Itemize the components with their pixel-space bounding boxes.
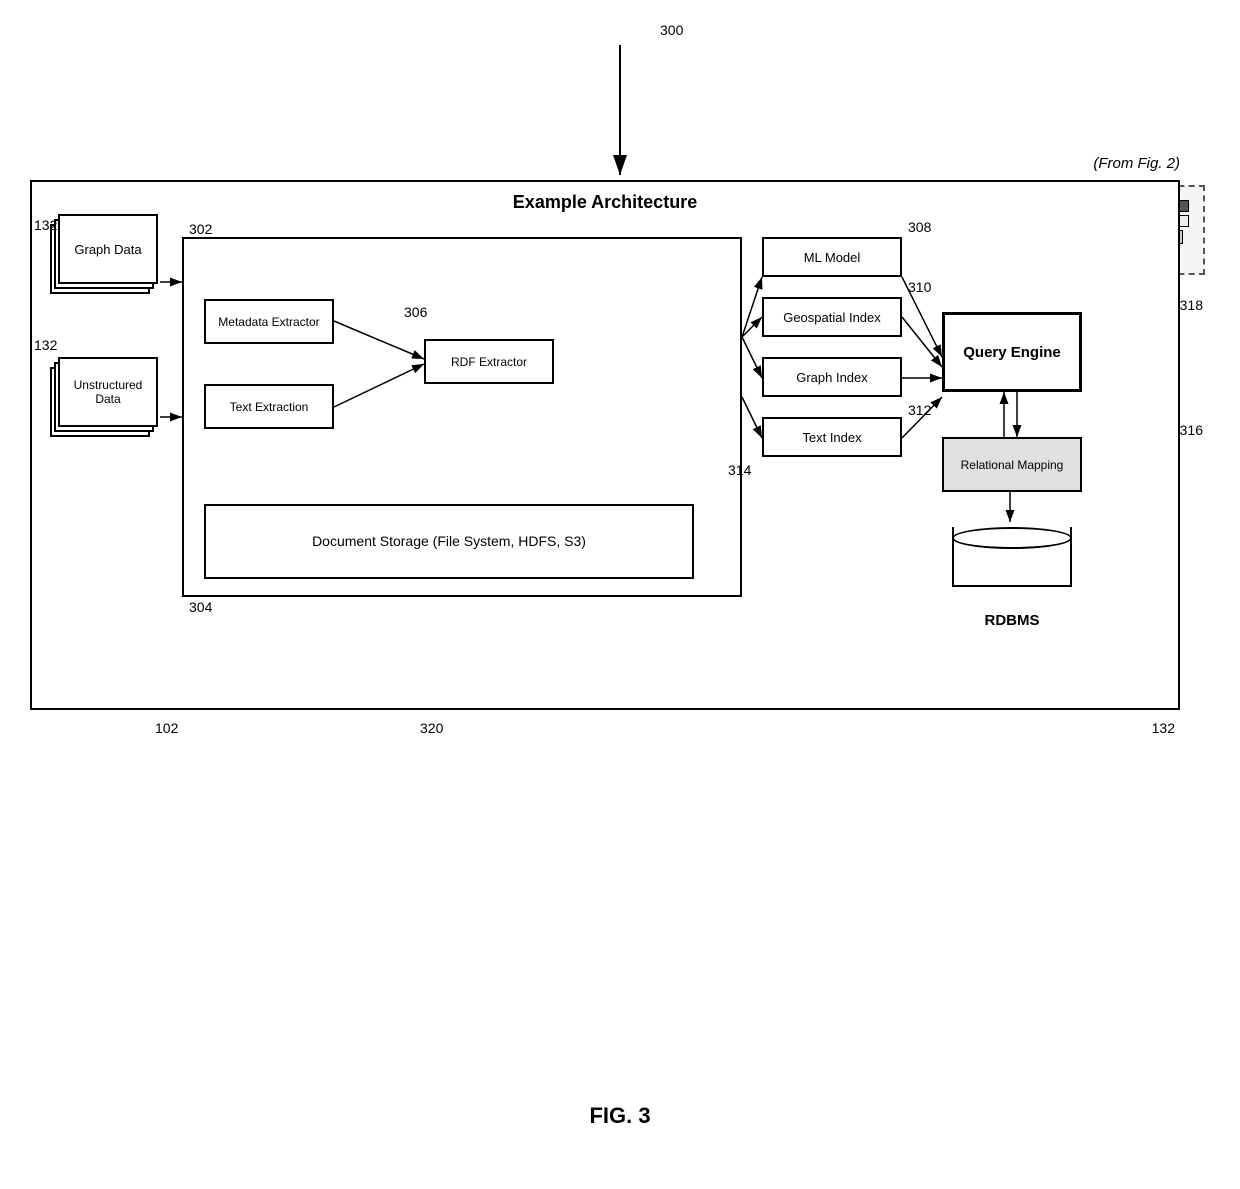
graph-index-box: Graph Index — [762, 357, 902, 397]
main-diagram-box: Example Architecture Graph Data 132 132 … — [30, 180, 1180, 710]
text-extraction-label: Text Extraction — [230, 400, 309, 414]
rdbms-cylinder — [952, 527, 1072, 607]
ml-model-box: ML Model — [762, 237, 902, 277]
graph-data-label: Graph Data — [74, 242, 141, 257]
ref-302: 302 — [189, 221, 212, 237]
rdbms-label: RDBMS — [947, 612, 1077, 629]
figure-3-label: FIG. 3 — [0, 1103, 1240, 1129]
ref-320: 320 — [420, 720, 443, 736]
geospatial-index-label: Geospatial Index — [783, 310, 881, 325]
ref-318: 318 — [1180, 297, 1203, 313]
ref-308: 308 — [908, 219, 931, 235]
metadata-extractor-box: Metadata Extractor — [204, 299, 334, 344]
ref-132-top: 132 — [34, 217, 57, 233]
metadata-extractor-label: Metadata Extractor — [218, 315, 319, 329]
from-fig2-label: (From Fig. 2) — [1093, 155, 1180, 172]
ml-model-label: ML Model — [804, 250, 861, 265]
graph-index-label: Graph Index — [796, 370, 868, 385]
ref-132-right: 132 — [1152, 720, 1175, 736]
ref-312: 312 — [908, 402, 931, 418]
ref-102: 102 — [155, 720, 178, 736]
page: 300 — [0, 0, 1240, 1189]
rdf-extractor-label: RDF Extractor — [451, 355, 527, 369]
text-index-box: Text Index — [762, 417, 902, 457]
ref-304: 304 — [189, 599, 212, 615]
relational-mapping-box: Relational Mapping — [942, 437, 1082, 492]
ref-314: 314 — [728, 462, 751, 478]
text-index-label: Text Index — [802, 430, 861, 445]
ref-310: 310 — [908, 279, 931, 295]
query-engine-box: Query Engine — [942, 312, 1082, 392]
text-extraction-box: Text Extraction — [204, 384, 334, 429]
rdbms-container: RDBMS — [947, 517, 1077, 629]
unstructured-data-label: Unstructured Data — [65, 378, 151, 406]
ref-300: 300 — [660, 22, 683, 38]
ref-306: 306 — [404, 304, 427, 320]
doc-storage-label: Document Storage (File System, HDFS, S3) — [312, 532, 586, 552]
ref-132-mid: 132 — [34, 337, 57, 353]
ref-316: 316 — [1180, 422, 1203, 438]
rdf-extractor-box: RDF Extractor — [424, 339, 554, 384]
processing-box: 302 304 306 Metadata Extractor Text Extr… — [182, 237, 742, 597]
doc-storage-box: Document Storage (File System, HDFS, S3) — [204, 504, 694, 579]
relational-mapping-label: Relational Mapping — [961, 458, 1064, 472]
geospatial-index-box: Geospatial Index — [762, 297, 902, 337]
arch-title: Example Architecture — [32, 192, 1178, 213]
query-engine-label: Query Engine — [963, 344, 1061, 361]
